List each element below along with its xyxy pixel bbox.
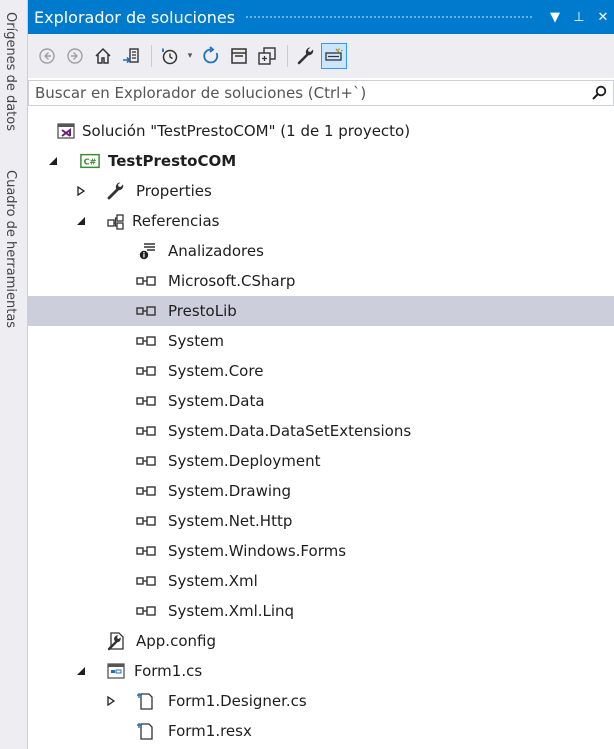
assembly-reference-icon	[136, 421, 156, 441]
tree-row-project[interactable]: C# TestPrestoCOM	[28, 146, 614, 176]
expanded-arrow-icon[interactable]	[74, 664, 88, 678]
svg-text:i: i	[143, 252, 145, 260]
expanded-arrow-icon[interactable]	[74, 214, 88, 228]
tree-label: PrestoLib	[168, 302, 237, 320]
tree-label: System.Xml.Linq	[168, 602, 295, 620]
chevron-down-icon[interactable]: ▾	[185, 51, 195, 61]
assembly-reference-icon	[136, 331, 156, 351]
tree-row-reference[interactable]: PrestoLib	[28, 296, 614, 326]
assembly-reference-icon	[136, 481, 156, 501]
titlebar-grip	[245, 14, 532, 20]
close-icon[interactable]: ✕	[592, 10, 614, 25]
tree-label: Form1.Designer.cs	[168, 692, 307, 710]
side-tabs-strip: Orígenes de datos Cuadro de herramientas	[0, 0, 28, 749]
tree-row-reference[interactable]: System.Windows.Forms	[28, 536, 614, 566]
assembly-reference-icon	[136, 541, 156, 561]
references-list: Microsoft.CSharp PrestoLib System System.Co…	[28, 266, 614, 626]
tree-row-properties[interactable]: Properties	[28, 176, 614, 206]
show-all-files-icon[interactable]	[254, 43, 280, 69]
properties-wrench-icon[interactable]	[293, 43, 319, 69]
tree-row-form1-resx[interactable]: Form1.resx	[28, 716, 614, 746]
tree-label: Form1.resx	[168, 722, 252, 740]
tree-row-reference[interactable]: System.Xml.Linq	[28, 596, 614, 626]
tree-label: System.Xml	[168, 572, 258, 590]
tree-row-reference[interactable]: Microsoft.CSharp	[28, 266, 614, 296]
toolbar: ▾	[28, 34, 614, 78]
tree-label: System.Deployment	[168, 452, 321, 470]
pin-icon[interactable]: ⊥	[568, 10, 590, 25]
panel-titlebar[interactable]: Explorador de soluciones ▼ ⊥ ✕	[28, 0, 614, 34]
collapse-all-icon[interactable]	[226, 43, 252, 69]
tree-row-reference[interactable]: System.Core	[28, 356, 614, 386]
sync-icon[interactable]	[198, 43, 224, 69]
pending-changes-icon[interactable]	[157, 43, 183, 69]
tree-label: System.Core	[168, 362, 264, 380]
assembly-reference-icon	[136, 571, 156, 591]
tree-label: Microsoft.CSharp	[168, 272, 296, 290]
expanded-arrow-icon[interactable]	[46, 154, 60, 168]
analyzer-icon: i	[138, 241, 158, 261]
side-tab-data-sources[interactable]: Orígenes de datos	[3, 12, 18, 131]
references-icon	[106, 211, 126, 231]
config-file-icon	[106, 631, 126, 651]
assembly-reference-icon	[136, 301, 156, 321]
toolbar-separator	[287, 45, 288, 67]
tree-label: System	[168, 332, 224, 350]
form-file-icon	[106, 661, 126, 681]
svg-text:C#: C#	[84, 157, 97, 167]
tree-row-references[interactable]: Referencias	[28, 206, 614, 236]
assembly-reference-icon	[136, 271, 156, 291]
tree-label: Solución "TestPrestoCOM" (1 de 1 proyect…	[82, 122, 411, 140]
collapsed-arrow-icon[interactable]	[104, 694, 118, 708]
solution-tree: Solución "TestPrestoCOM" (1 de 1 proyect…	[28, 116, 614, 746]
tree-label: System.Data.DataSetExtensions	[168, 422, 412, 440]
tree-label: System.Drawing	[168, 482, 292, 500]
tree-label: Referencias	[132, 212, 220, 230]
back-icon[interactable]	[34, 43, 60, 69]
assembly-reference-icon	[136, 601, 156, 621]
wrench-icon	[106, 181, 126, 201]
switch-views-icon[interactable]	[118, 43, 144, 69]
tree-row-reference[interactable]: System.Drawing	[28, 476, 614, 506]
solution-icon	[56, 121, 76, 141]
tree-row-reference[interactable]: System.Data.DataSetExtensions	[28, 416, 614, 446]
resx-file-icon	[136, 721, 156, 741]
collapsed-arrow-icon[interactable]	[74, 184, 88, 198]
tree-label: System.Data	[168, 392, 265, 410]
tree-label: System.Net.Http	[168, 512, 293, 530]
toolbar-separator	[151, 45, 152, 67]
tree-label: Form1.cs	[134, 662, 203, 680]
tree-row-form1[interactable]: Form1.cs	[28, 656, 614, 686]
tree-row-app-config[interactable]: App.config	[28, 626, 614, 656]
tree-row-reference[interactable]: System.Net.Http	[28, 506, 614, 536]
tree-label: System.Windows.Forms	[168, 542, 347, 560]
window-position-dropdown-icon[interactable]: ▼	[544, 10, 566, 25]
solution-explorer-panel: Explorador de soluciones ▼ ⊥ ✕ ▾ Buscar …	[28, 0, 614, 749]
home-icon[interactable]	[90, 43, 116, 69]
cs-file-icon	[136, 691, 156, 711]
csharp-project-icon: C#	[80, 151, 100, 171]
tree-row-reference[interactable]: System	[28, 326, 614, 356]
tree-row-analyzers[interactable]: i Analizadores	[28, 236, 614, 266]
tree-label: Properties	[136, 182, 212, 200]
tree-label: Analizadores	[168, 242, 264, 260]
search-box	[28, 80, 614, 106]
assembly-reference-icon	[136, 391, 156, 411]
search-input[interactable]	[35, 84, 585, 102]
forward-icon[interactable]	[62, 43, 88, 69]
tree-label: TestPrestoCOM	[108, 152, 237, 170]
tree-label: App.config	[136, 632, 216, 650]
assembly-reference-icon	[136, 511, 156, 531]
panel-title: Explorador de soluciones	[34, 7, 236, 27]
assembly-reference-icon	[136, 361, 156, 381]
side-tab-toolbox[interactable]: Cuadro de herramientas	[3, 170, 18, 328]
tree-row-reference[interactable]: System.Deployment	[28, 446, 614, 476]
tree-row-reference[interactable]: System.Data	[28, 386, 614, 416]
assembly-reference-icon	[136, 451, 156, 471]
tree-row-solution[interactable]: Solución "TestPrestoCOM" (1 de 1 proyect…	[28, 116, 614, 146]
tree-row-reference[interactable]: System.Xml	[28, 566, 614, 596]
search-icon[interactable]	[585, 85, 613, 101]
preview-selected-icon[interactable]	[321, 43, 347, 69]
tree-row-form1-designer[interactable]: Form1.Designer.cs	[28, 686, 614, 716]
